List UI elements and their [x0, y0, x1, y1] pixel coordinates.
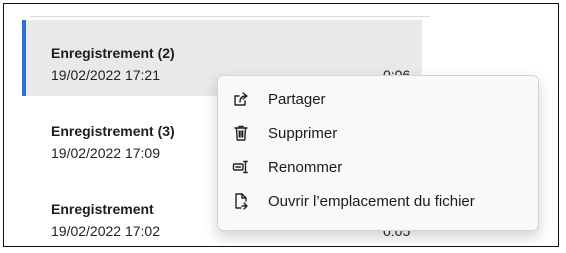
share-icon [232, 90, 250, 108]
open-file-location-icon [232, 192, 250, 210]
menu-item-label: Ouvrir l’emplacement du fichier [268, 192, 475, 210]
menu-item-rename[interactable]: Renommer [222, 151, 534, 183]
recording-title: Enregistrement (2) [51, 45, 175, 61]
menu-item-label: Partager [268, 90, 326, 108]
recording-title: Enregistrement (3) [51, 123, 175, 139]
menu-item-share[interactable]: Partager [222, 83, 534, 115]
recording-date: 19/02/2022 17:09 [51, 145, 160, 161]
context-menu: Partager Supprimer Renommer Ouvrir l’emp… [217, 75, 539, 231]
recording-date: 19/02/2022 17:02 [51, 223, 160, 239]
rename-icon [232, 158, 250, 176]
recording-date: 19/02/2022 17:21 [51, 67, 160, 83]
menu-item-label: Supprimer [268, 124, 338, 142]
trash-icon [232, 124, 250, 142]
menu-item-label: Renommer [268, 158, 343, 176]
recording-title: Enregistrement [51, 201, 154, 217]
menu-item-open-file-location[interactable]: Ouvrir l’emplacement du fichier [222, 185, 534, 217]
menu-item-delete[interactable]: Supprimer [222, 117, 534, 149]
recordings-panel: Enregistrement (2) 19/02/2022 17:21 0:06… [3, 3, 559, 247]
selection-indicator [22, 20, 26, 96]
